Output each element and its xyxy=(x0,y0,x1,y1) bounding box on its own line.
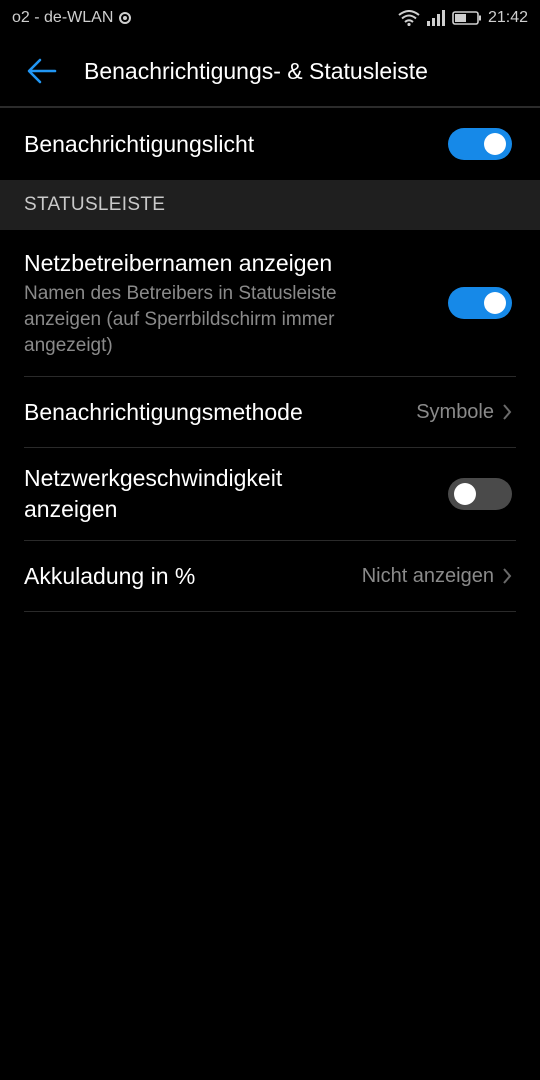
battery-percent-label: Akkuladung in % xyxy=(24,562,196,589)
notification-method-label: Benachrichtigungsmethode xyxy=(24,398,303,425)
carrier-name-row[interactable]: Netzbetreibernamen anzeigen Namen des Be… xyxy=(0,230,540,376)
toggle-knob xyxy=(454,483,476,505)
page-title: Benachrichtigungs- & Statusleiste xyxy=(84,57,428,84)
battery-icon xyxy=(452,10,482,26)
notification-light-label: Benachrichtigungslicht xyxy=(24,130,255,157)
carrier-name-subtitle: Namen des Betreibers in Statusleiste anz… xyxy=(24,282,337,356)
section-header-statusbar: STATUSLEISTE xyxy=(0,180,540,230)
back-button[interactable] xyxy=(0,36,84,106)
chevron-right-icon xyxy=(503,404,512,420)
notification-light-row[interactable]: Benachrichtigungslicht xyxy=(0,108,540,180)
app-bar: Benachrichtigungs- & Statusleiste xyxy=(0,36,540,108)
network-speed-toggle[interactable] xyxy=(448,478,512,510)
notification-method-row[interactable]: Benachrichtigungsmethode Symbole xyxy=(0,377,540,447)
notification-method-value-wrap: Symbole xyxy=(416,401,512,424)
network-speed-row[interactable]: Netzwerkgeschwindigkeit anzeigen xyxy=(0,448,540,540)
status-bar: o2 - de-WLAN 21:42 xyxy=(0,0,540,36)
notification-method-value: Symbole xyxy=(416,400,494,423)
battery-percent-row[interactable]: Akkuladung in % Nicht anzeigen xyxy=(0,541,540,611)
notification-light-toggle[interactable] xyxy=(448,128,512,160)
status-right: 21:42 xyxy=(398,9,528,27)
toggle-knob xyxy=(484,133,506,155)
clock: 21:42 xyxy=(487,9,528,26)
battery-percent-value-wrap: Nicht anzeigen xyxy=(362,565,512,588)
wifi-icon xyxy=(398,10,420,26)
divider xyxy=(24,611,516,612)
battery-percent-value: Nicht anzeigen xyxy=(361,564,494,587)
carrier-name-text: Netzbetreibernamen anzeigen Namen des Be… xyxy=(24,248,414,359)
chevron-right-icon xyxy=(503,568,512,584)
network-speed-label: Netzwerkgeschwindigkeit anzeigen xyxy=(24,465,283,522)
signal-icon xyxy=(426,10,446,26)
carrier-name-toggle[interactable] xyxy=(448,287,512,319)
carrier-text: o2 - de-WLAN xyxy=(12,9,114,26)
status-left: o2 - de-WLAN xyxy=(12,9,132,27)
toggle-knob xyxy=(484,292,506,314)
location-icon xyxy=(119,12,132,24)
arrow-left-icon xyxy=(27,58,57,84)
carrier-name-label: Netzbetreibernamen anzeigen xyxy=(24,249,333,276)
